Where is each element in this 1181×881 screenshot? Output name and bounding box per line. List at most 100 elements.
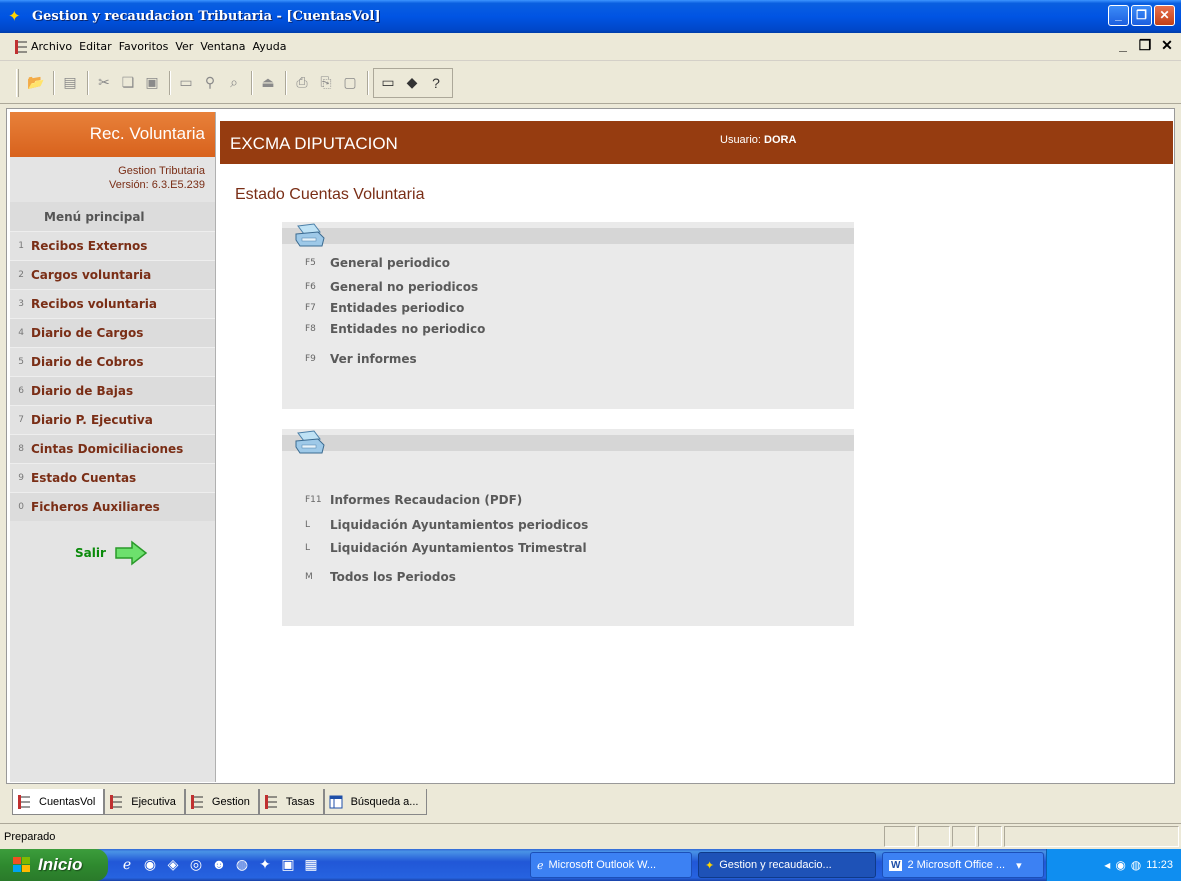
item-number: 2 bbox=[18, 270, 24, 280]
sidebar-item-cintas-domiciliaciones[interactable]: 8 Cintas Domiciliaciones bbox=[10, 434, 215, 463]
arrow-right-icon bbox=[115, 540, 148, 566]
minimize-button[interactable]: _ bbox=[1108, 5, 1129, 26]
sidebar-menu: 1 Recibos Externos 2 Cargos voluntaria 3 Re… bbox=[10, 231, 215, 521]
help-icon[interactable]: ? bbox=[425, 72, 447, 94]
copy-icon[interactable]: ❏ bbox=[117, 72, 139, 94]
maximize-button[interactable]: ❐ bbox=[1131, 5, 1152, 26]
menu-ver[interactable]: Ver bbox=[175, 40, 193, 53]
report-option-ver-informes[interactable]: F9 Ver informes bbox=[282, 352, 417, 366]
report-option-informes-recaudacion[interactable]: F11 Informes Recaudacion (PDF) bbox=[282, 493, 522, 507]
toolbar-grip[interactable] bbox=[16, 68, 19, 97]
item-label: Cintas Domiciliaciones bbox=[31, 442, 184, 456]
report-option-general-periodico[interactable]: F5 General periodico bbox=[282, 256, 450, 270]
exit-button[interactable]: Salir bbox=[75, 540, 148, 566]
find-icon[interactable]: ⚲ bbox=[199, 72, 221, 94]
app-shortcut-icon[interactable]: ✦ bbox=[256, 855, 274, 873]
item-label: Diario de Cobros bbox=[31, 355, 144, 369]
sidebar-item-cargos-voluntaria[interactable]: 2 Cargos voluntaria bbox=[10, 260, 215, 289]
toolbar-separator bbox=[367, 70, 369, 95]
option-label: General no periodicos bbox=[330, 280, 479, 294]
folder-icon[interactable]: ▣ bbox=[279, 855, 297, 873]
shortcut-key: M bbox=[305, 572, 313, 582]
quick-launch: ℯ ◉ ◈ ◎ ☻ ◍ ✦ ▣ ▦ bbox=[118, 855, 320, 873]
tray-expand-icon[interactable]: ◂ bbox=[1104, 858, 1110, 872]
messenger-icon[interactable]: ☻ bbox=[210, 855, 228, 873]
task-office[interactable]: W 2 Microsoft Office ... ▾ bbox=[882, 852, 1044, 878]
sidebar-item-diario-ejecutiva[interactable]: 7 Diario P. Ejecutiva bbox=[10, 405, 215, 434]
toolbar-separator bbox=[251, 70, 253, 95]
item-label: Diario de Cargos bbox=[31, 326, 144, 340]
security-icon[interactable]: ◍ bbox=[1131, 858, 1141, 872]
sidebar: Rec. Voluntaria Gestion Tributaria Versi… bbox=[10, 112, 216, 782]
network-icon[interactable]: ◎ bbox=[187, 855, 205, 873]
internet-explorer-icon: ℯ bbox=[537, 859, 544, 872]
status-cell bbox=[978, 826, 1002, 847]
export-icon[interactable]: ⏏ bbox=[257, 72, 279, 94]
save-icon[interactable]: ▢ bbox=[339, 72, 361, 94]
report-option-entidades-no-periodico[interactable]: F8 Entidades no periodico bbox=[282, 322, 485, 336]
report-option-entidades-periodico[interactable]: F7 Entidades periodico bbox=[282, 301, 464, 315]
sidebar-item-ficheros-auxiliares[interactable]: 0 Ficheros Auxiliares bbox=[10, 492, 215, 521]
mdi-close-button[interactable]: ✕ bbox=[1157, 36, 1177, 56]
tab-cuentasvol[interactable]: CuentasVol bbox=[12, 789, 105, 815]
sidebar-item-diario-cobros[interactable]: 5 Diario de Cobros bbox=[10, 347, 215, 376]
sidebar-item-estado-cuentas[interactable]: 9 Estado Cuentas bbox=[10, 463, 215, 492]
properties-icon[interactable]: ▤ bbox=[59, 72, 81, 94]
printer-icon bbox=[295, 430, 325, 454]
monitor-icon[interactable]: ▭ bbox=[377, 72, 399, 94]
tab-label: Ejecutiva bbox=[131, 795, 176, 808]
cut-icon[interactable]: ✂ bbox=[93, 72, 115, 94]
tab-busqueda[interactable]: Búsqueda a... bbox=[323, 789, 428, 815]
word-icon: W bbox=[889, 859, 903, 871]
tab-ejecutiva[interactable]: Ejecutiva bbox=[104, 789, 185, 815]
clock: 11:23 bbox=[1146, 859, 1173, 871]
panel-header-strip bbox=[282, 228, 854, 244]
tab-tasas[interactable]: Tasas bbox=[258, 789, 324, 815]
taskbar: Inicio ℯ ◉ ◈ ◎ ☻ ◍ ✦ ▣ ▦ ℯ Microsoft Out… bbox=[0, 849, 1181, 881]
sidebar-item-recibos-externos[interactable]: 1 Recibos Externos bbox=[10, 231, 215, 260]
tab-gestion[interactable]: Gestion bbox=[184, 789, 259, 815]
browser-icon[interactable]: ◉ bbox=[141, 855, 159, 873]
report-option-general-no-periodicos[interactable]: F6 General no periodicos bbox=[282, 280, 478, 294]
globe-icon[interactable]: ◍ bbox=[233, 855, 251, 873]
menu-ayuda[interactable]: Ayuda bbox=[253, 40, 287, 53]
zoom-icon[interactable]: ⌕ bbox=[223, 72, 245, 94]
status-cell bbox=[1004, 826, 1179, 847]
task-outlook[interactable]: ℯ Microsoft Outlook W... bbox=[530, 852, 692, 878]
task-gestion[interactable]: ✦ Gestion y recaudacio... bbox=[698, 852, 876, 878]
sidebar-item-recibos-voluntaria[interactable]: 3 Recibos voluntaria bbox=[10, 289, 215, 318]
menu-bar: Archivo Editar Favoritos Ver Ventana Ayu… bbox=[0, 33, 1181, 61]
menu-ventana[interactable]: Ventana bbox=[200, 40, 245, 53]
tab-label: Búsqueda a... bbox=[350, 795, 419, 808]
report-option-liquidacion-trimestral[interactable]: L Liquidación Ayuntamientos Trimestral bbox=[282, 541, 587, 555]
report-option-todos-periodos[interactable]: M Todos los Periodos bbox=[282, 570, 456, 584]
sidebar-item-diario-cargos[interactable]: 4 Diario de Cargos bbox=[10, 318, 215, 347]
item-label: Recibos Externos bbox=[31, 239, 148, 253]
open-folder-icon[interactable]: 📂 bbox=[25, 72, 47, 94]
item-number: 5 bbox=[18, 357, 24, 367]
version-label: Versión: 6.3.E5.239 bbox=[108, 179, 205, 191]
menu-archivo[interactable]: Archivo bbox=[31, 40, 72, 53]
sidebar-item-diario-bajas[interactable]: 6 Diario de Bajas bbox=[10, 376, 215, 405]
eraser-icon[interactable]: ◆ bbox=[401, 72, 423, 94]
print-preview-icon[interactable]: ⎘ bbox=[315, 72, 337, 94]
start-button[interactable]: Inicio bbox=[0, 849, 108, 881]
report-option-liquidacion-periodicos[interactable]: L Liquidación Ayuntamientos periodicos bbox=[282, 518, 588, 532]
item-label: Ficheros Auxiliares bbox=[31, 500, 160, 514]
toolbar-separator bbox=[285, 70, 287, 95]
menu-editar[interactable]: Editar bbox=[79, 40, 112, 53]
window-icon[interactable]: ▭ bbox=[175, 72, 197, 94]
mdi-minimize-button[interactable]: _ bbox=[1113, 36, 1133, 56]
item-number: 4 bbox=[18, 328, 24, 338]
network-icon[interactable]: ◉ bbox=[1115, 858, 1125, 872]
media-icon[interactable]: ◈ bbox=[164, 855, 182, 873]
mdi-restore-button[interactable]: ❐ bbox=[1135, 36, 1155, 56]
internet-explorer-icon[interactable]: ℯ bbox=[118, 855, 136, 873]
print-icon[interactable]: ⎙ bbox=[291, 72, 313, 94]
organization-name: EXCMA DIPUTACION bbox=[230, 134, 398, 153]
toolbar-separator bbox=[87, 70, 89, 95]
desktop-icon[interactable]: ▦ bbox=[302, 855, 320, 873]
menu-favoritos[interactable]: Favoritos bbox=[119, 40, 169, 53]
close-button[interactable]: ✕ bbox=[1154, 5, 1175, 26]
paste-icon[interactable]: ▣ bbox=[141, 72, 163, 94]
